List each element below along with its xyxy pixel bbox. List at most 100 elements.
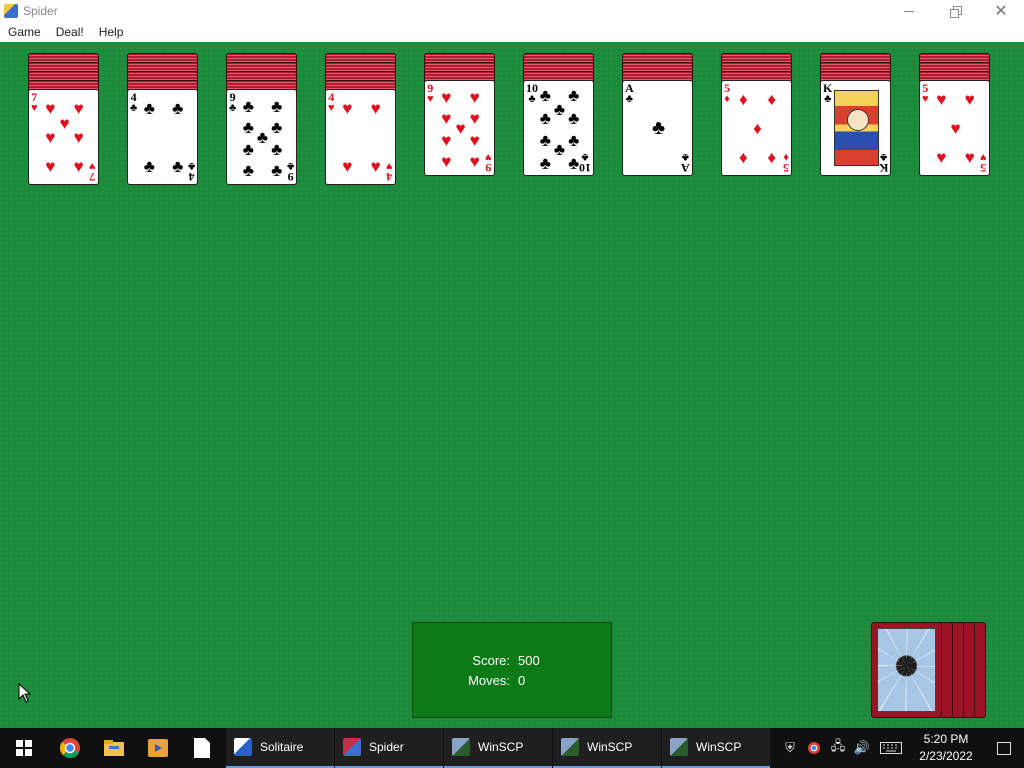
suit-pip-icon: ♦: [738, 90, 748, 110]
clock-time: 5:20 PM: [923, 732, 969, 746]
card-suit-icon: ♣: [229, 102, 237, 114]
file-icon: [194, 738, 210, 758]
card-suit-icon: ♥: [980, 151, 987, 163]
volume-icon: 🔊: [853, 740, 871, 755]
score-row: Score: 500: [413, 653, 611, 668]
card-rank-top: 4 ♥: [328, 91, 335, 114]
card-suit-icon: ♣: [879, 151, 887, 163]
taskbar-file-explorer[interactable]: [92, 728, 136, 768]
card-rank-bottom: A ♣: [681, 151, 690, 175]
score-value: 500: [518, 653, 540, 668]
card-rank: 9: [287, 170, 294, 184]
solitaire-icon: [234, 738, 252, 756]
menu-game[interactable]: Game: [0, 25, 48, 39]
close-icon: ✕: [994, 3, 1008, 20]
winscp-icon: [561, 738, 579, 756]
task-winscp-2[interactable]: WinSCP: [553, 728, 661, 768]
face-up-card[interactable]: 7 ♥ 7 ♥ ♥ ♥ ♥ ♥ ♥ ♥ ♥: [28, 89, 99, 185]
face-up-card[interactable]: 10 ♣ 10 ♣ ♣ ♣ ♣ ♣ ♣ ♣ ♣ ♣ ♣ ♣: [523, 80, 594, 176]
suit-pip-icon: ♥: [441, 130, 452, 150]
suit-pip-icon: ♥: [45, 156, 56, 176]
suit-pip-icon: ♥: [936, 147, 947, 167]
suit-pip-icon: ♣: [539, 153, 551, 173]
task-winscp-3[interactable]: WinSCP: [662, 728, 770, 768]
king-portrait: [834, 90, 879, 166]
suit-pip-icon: ♥: [469, 88, 480, 108]
system-tray: ⛨ 🖧 🔊 5:20 PM 2/23/2022: [778, 728, 1024, 768]
task-spider[interactable]: Spider: [335, 728, 443, 768]
close-button[interactable]: ✕: [978, 0, 1024, 22]
card-rank: 5: [783, 161, 789, 175]
moves-label: Moves:: [468, 673, 510, 688]
face-up-card[interactable]: 9 ♣ 9 ♣ ♣ ♣ ♣ ♣ ♣ ♣ ♣ ♣ ♣: [226, 89, 297, 185]
moves-row: Moves: 0: [413, 673, 611, 688]
suit-pip-icon: ♣: [242, 139, 254, 159]
card-suit-icon: ♣: [286, 160, 294, 172]
spider-web-icon: [877, 628, 936, 712]
menu-deal[interactable]: Deal!: [48, 25, 91, 39]
mouse-cursor-icon: [18, 683, 32, 703]
chrome-icon: [808, 742, 820, 754]
notification-button[interactable]: [984, 728, 1024, 768]
network-icon: 🖧: [830, 738, 846, 753]
face-up-card[interactable]: 5 ♥ 5 ♥ ♥ ♥ ♥ ♥ ♥: [919, 80, 990, 176]
card-rank-top: 4 ♣: [130, 91, 137, 114]
start-button[interactable]: [0, 728, 48, 768]
tray-volume[interactable]: 🔊: [850, 728, 874, 768]
tray-chrome[interactable]: [802, 728, 826, 768]
menu-help[interactable]: Help: [91, 25, 131, 39]
stock-card[interactable]: [871, 622, 942, 718]
taskbar-media-player[interactable]: [136, 728, 180, 768]
card-suit-icon: ♥: [89, 160, 96, 172]
minimize-button[interactable]: [886, 0, 932, 22]
face-up-card[interactable]: 9 ♥ 9 ♥ ♥ ♥ ♥ ♥ ♥ ♥ ♥ ♥ ♥: [424, 80, 495, 176]
face-up-card[interactable]: K ♣ K ♣: [820, 80, 891, 176]
card-rank-bottom: 4 ♣: [188, 160, 195, 184]
suit-pip-icon: ♥: [469, 130, 480, 150]
tray-keyboard[interactable]: [874, 728, 908, 768]
shield-icon: ⛨: [785, 740, 795, 755]
winscp-icon: [452, 738, 470, 756]
suit-pip-icon: ♥: [964, 90, 975, 110]
suit-pip-icon: ♥: [342, 156, 353, 176]
card-suit-icon: ♣: [824, 93, 832, 105]
task-winscp-1[interactable]: WinSCP: [444, 728, 552, 768]
suit-pip-icon: ♣: [539, 109, 551, 129]
taskbar: Solitaire Spider WinSCP WinSCP WinSCP ⛨ …: [0, 728, 1024, 768]
tray-network[interactable]: 🖧: [826, 728, 850, 768]
suit-pip-icon: ♦: [767, 90, 777, 110]
suit-pip-icon: ♥: [469, 151, 480, 171]
suit-pip-icon: ♣: [172, 156, 184, 176]
suit-pip-icon: ♣: [242, 160, 254, 180]
face-up-card[interactable]: 4 ♣ 4 ♣ ♣ ♣ ♣ ♣: [127, 89, 198, 185]
task-winscp-3-label: WinSCP: [696, 740, 742, 754]
suit-pip-icon: ♥: [936, 90, 947, 110]
spider-app-icon: [4, 4, 18, 18]
suit-pip-icon: ♦: [767, 147, 777, 167]
taskbar-file[interactable]: [180, 728, 224, 768]
card-rank-top: A ♣: [625, 82, 634, 105]
restore-button[interactable]: [932, 0, 978, 22]
card-rank-bottom: 9 ♥: [485, 151, 492, 175]
score-panel[interactable]: Score: 500 Moves: 0: [412, 622, 612, 718]
card-rank-bottom: 7 ♥: [89, 160, 96, 184]
card-suit-icon: ♥: [922, 93, 929, 105]
suit-pip-icon: ♥: [73, 156, 84, 176]
suit-pip-icon: ♣: [271, 160, 283, 180]
task-winscp-2-label: WinSCP: [587, 740, 633, 754]
window-controls: ✕: [886, 0, 1024, 22]
face-up-card[interactable]: 4 ♥ 4 ♥ ♥ ♥ ♥ ♥: [325, 89, 396, 185]
face-up-card[interactable]: 5 ♦ 5 ♦ ♦ ♦ ♦ ♦ ♦: [721, 80, 792, 176]
card-rank-top: 5 ♥: [922, 82, 929, 105]
suit-pip-icon: ♦: [753, 119, 762, 138]
tray-security[interactable]: ⛨: [778, 728, 802, 768]
clock[interactable]: 5:20 PM 2/23/2022: [908, 731, 984, 765]
suit-pip-icon: ♣: [143, 99, 155, 119]
task-solitaire[interactable]: Solitaire: [226, 728, 334, 768]
face-up-card[interactable]: A ♣ A ♣ ♣: [622, 80, 693, 176]
suit-pip-icon: ♣: [568, 109, 580, 129]
taskbar-chrome[interactable]: [48, 728, 92, 768]
suit-pip-icon: ♣: [143, 156, 155, 176]
suit-pip-icon: ♣: [271, 97, 283, 117]
card-rank: K: [878, 161, 888, 175]
